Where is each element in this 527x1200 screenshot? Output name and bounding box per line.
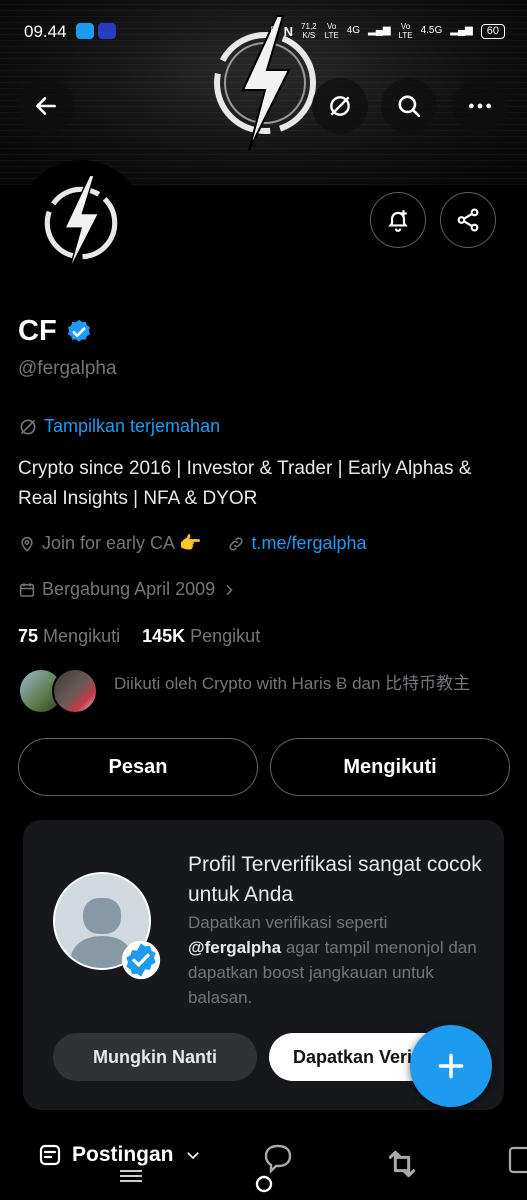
following-stat[interactable]: 75 Mengikuti <box>18 626 120 647</box>
share-icon <box>457 208 479 232</box>
lightning-logo-icon <box>44 174 118 272</box>
following-button[interactable]: Mengikuti <box>270 738 510 796</box>
signal-icon: ▂▄▆ <box>450 25 473 36</box>
follow-stats: 75 Mengikuti 145K Pengikut <box>18 626 260 647</box>
chevron-right-icon <box>226 584 233 595</box>
status-indicators: ▯ N 71,2 K/S Vo LTE 4G ▂▄▆ Vo LTE 4.5G ▂▄▆ … <box>270 22 505 40</box>
followed-by-text: Diikuti oleh Crypto with Haris Ƀ dan 比特币… <box>114 674 471 693</box>
share-button[interactable] <box>440 192 496 248</box>
chevron-down-icon <box>186 1152 199 1160</box>
maybe-later-button[interactable]: Mungkin Nanti <box>53 1033 257 1081</box>
bell-plus-icon <box>388 210 408 232</box>
search-button[interactable] <box>381 78 437 134</box>
notification-subscribe-button[interactable] <box>370 192 426 248</box>
verify-card-description: Dapatkan verifikasi seperti @fergalpha a… <box>188 913 477 1007</box>
more-options-button[interactable] <box>452 78 508 134</box>
more-dots-icon <box>468 103 492 109</box>
repost-tab-icon[interactable] <box>382 1144 422 1184</box>
translate-icon <box>20 419 36 434</box>
search-icon <box>398 95 421 118</box>
verified-badge-icon <box>121 940 161 980</box>
verified-badge-icon[interactable] <box>65 318 93 346</box>
back-arrow-icon <box>36 97 56 115</box>
profile-avatar[interactable] <box>18 160 144 286</box>
profile-meta-location: Join for early CA 👉 t.me/fergalpha <box>18 533 367 554</box>
profile-link[interactable]: t.me/fergalpha <box>251 533 366 554</box>
system-nav-menu-icon[interactable] <box>120 1175 142 1177</box>
followers-stat[interactable]: 145K Pengikut <box>142 626 260 647</box>
display-name: CF <box>18 315 57 347</box>
replies-tab-icon[interactable] <box>250 1140 306 1196</box>
message-button[interactable]: Pesan <box>18 738 258 796</box>
signal-icon: ▂▄▆ <box>368 25 391 36</box>
sim2-label: Vo LTE <box>398 22 413 40</box>
verify-card-title: Profil Terverifikasi sangat cocok untuk … <box>188 853 482 906</box>
network1: 4G <box>346 25 361 36</box>
posts-icon <box>39 1144 61 1166</box>
net-speed: 71,2 K/S <box>301 22 317 40</box>
joined-text: Bergabung April 2009 <box>42 579 216 599</box>
status-time: 09.44 <box>24 22 67 41</box>
sim1-label: Vo LTE <box>324 22 339 40</box>
profile-tab-bar: Postingan <box>0 1128 527 1200</box>
translate-toggle-button[interactable] <box>312 78 368 134</box>
tab-posts[interactable]: Postingan <box>38 1143 202 1167</box>
network2: 4.5G <box>420 25 443 36</box>
show-translation-link[interactable]: Tampilkan terjemahan <box>18 416 220 437</box>
compose-post-button[interactable] <box>410 1025 492 1107</box>
vibrate-icon: ▯ <box>270 25 276 36</box>
app-notification-icon <box>76 23 94 39</box>
profile-handle: @fergalpha <box>18 358 117 379</box>
battery-indicator: 60 <box>480 23 505 39</box>
calendar-icon <box>19 582 35 597</box>
nfc-icon: N <box>283 23 294 39</box>
follower-avatar <box>52 668 98 714</box>
back-button[interactable] <box>18 78 74 134</box>
location-text: Join for early CA 👉 <box>42 533 202 553</box>
profile-meta-joined[interactable]: Bergabung April 2009 <box>18 579 237 600</box>
location-pin-icon <box>21 536 33 552</box>
media-tab-icon[interactable] <box>507 1142 527 1178</box>
link-icon <box>229 536 244 551</box>
plus-icon <box>438 1053 464 1079</box>
translate-icon <box>330 96 350 116</box>
profile-name: CF <box>18 315 93 348</box>
profile-bio: Crypto since 2016 | Investor & Trader | … <box>18 458 472 509</box>
app-notification-icon <box>98 23 116 39</box>
